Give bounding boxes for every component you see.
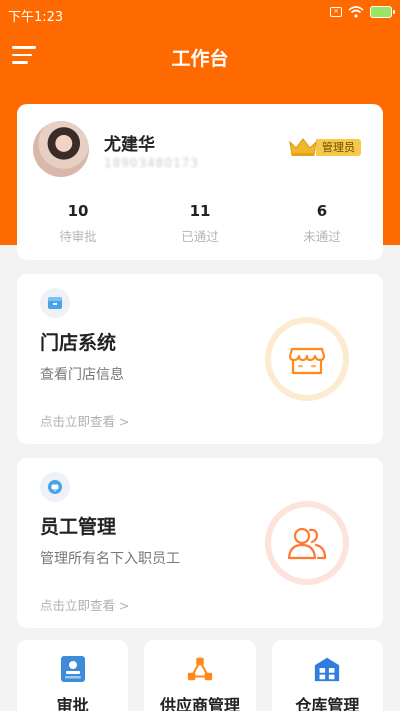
staff-management-card[interactable]: 员工管理 管理所有名下入职员工 点击立即查看 > (17, 458, 383, 628)
approval-icon (59, 654, 87, 684)
chat-small-icon (40, 472, 70, 502)
tile-label: 供应商管理 (159, 696, 240, 711)
shop-small-icon (40, 288, 70, 318)
store-view-link[interactable]: 点击立即查看 > (40, 411, 129, 430)
stat-value: 6 (316, 202, 328, 220)
stat-label: 已通过 (181, 229, 219, 244)
stat-label: 未通过 (303, 229, 341, 244)
store-title: 门店系统 (40, 332, 117, 354)
stat-value: 10 (67, 202, 89, 220)
stat-value: 11 (189, 202, 211, 220)
sim-icon: × (330, 7, 342, 17)
status-bar: 下午1:23 × (0, 0, 400, 28)
page-title: 工作台 (171, 48, 229, 70)
wifi-icon (348, 6, 364, 18)
tile-approval[interactable]: 审批 (17, 640, 129, 711)
stat-pending[interactable]: 10 待审批 (17, 202, 139, 245)
user-name: 尤建华 (104, 135, 155, 155)
store-desc: 查看门店信息 (40, 367, 124, 383)
role-badge: 管理员 (288, 138, 361, 156)
stats-row: 10 待审批 11 已通过 6 未通过 (17, 202, 383, 245)
tile-label: 仓库管理 (295, 696, 360, 711)
profile-card[interactable]: 尤建华 18903480173 管理员 10 待审批 11 已通过 6 未通过 (17, 104, 383, 260)
stat-rejected[interactable]: 6 未通过 (261, 202, 383, 245)
supplier-icon (186, 654, 214, 684)
user-phone: 18903480173 (104, 156, 199, 170)
tile-warehouse[interactable]: 仓库管理 (271, 640, 383, 711)
staff-desc: 管理所有名下入职员工 (40, 551, 180, 567)
people-icon (265, 501, 349, 585)
staff-title: 员工管理 (40, 516, 117, 538)
status-icons: × (330, 6, 395, 18)
stat-approved[interactable]: 11 已通过 (139, 202, 261, 245)
quick-actions: 审批 供应商管理 仓库管理 (17, 640, 383, 711)
tile-label: 审批 (56, 696, 89, 711)
crown-icon (289, 138, 317, 156)
role-label: 管理员 (316, 138, 361, 156)
store-icon (265, 317, 349, 401)
battery-icon (370, 6, 395, 18)
tile-supplier[interactable]: 供应商管理 (144, 640, 256, 711)
staff-view-link[interactable]: 点击立即查看 > (40, 595, 129, 614)
warehouse-icon (313, 654, 341, 684)
stat-label: 待审批 (59, 229, 97, 244)
app-header: 工作台 (0, 36, 400, 76)
status-time: 下午1:23 (8, 10, 64, 25)
avatar[interactable] (33, 121, 89, 177)
store-system-card[interactable]: 门店系统 查看门店信息 点击立即查看 > (17, 274, 383, 444)
